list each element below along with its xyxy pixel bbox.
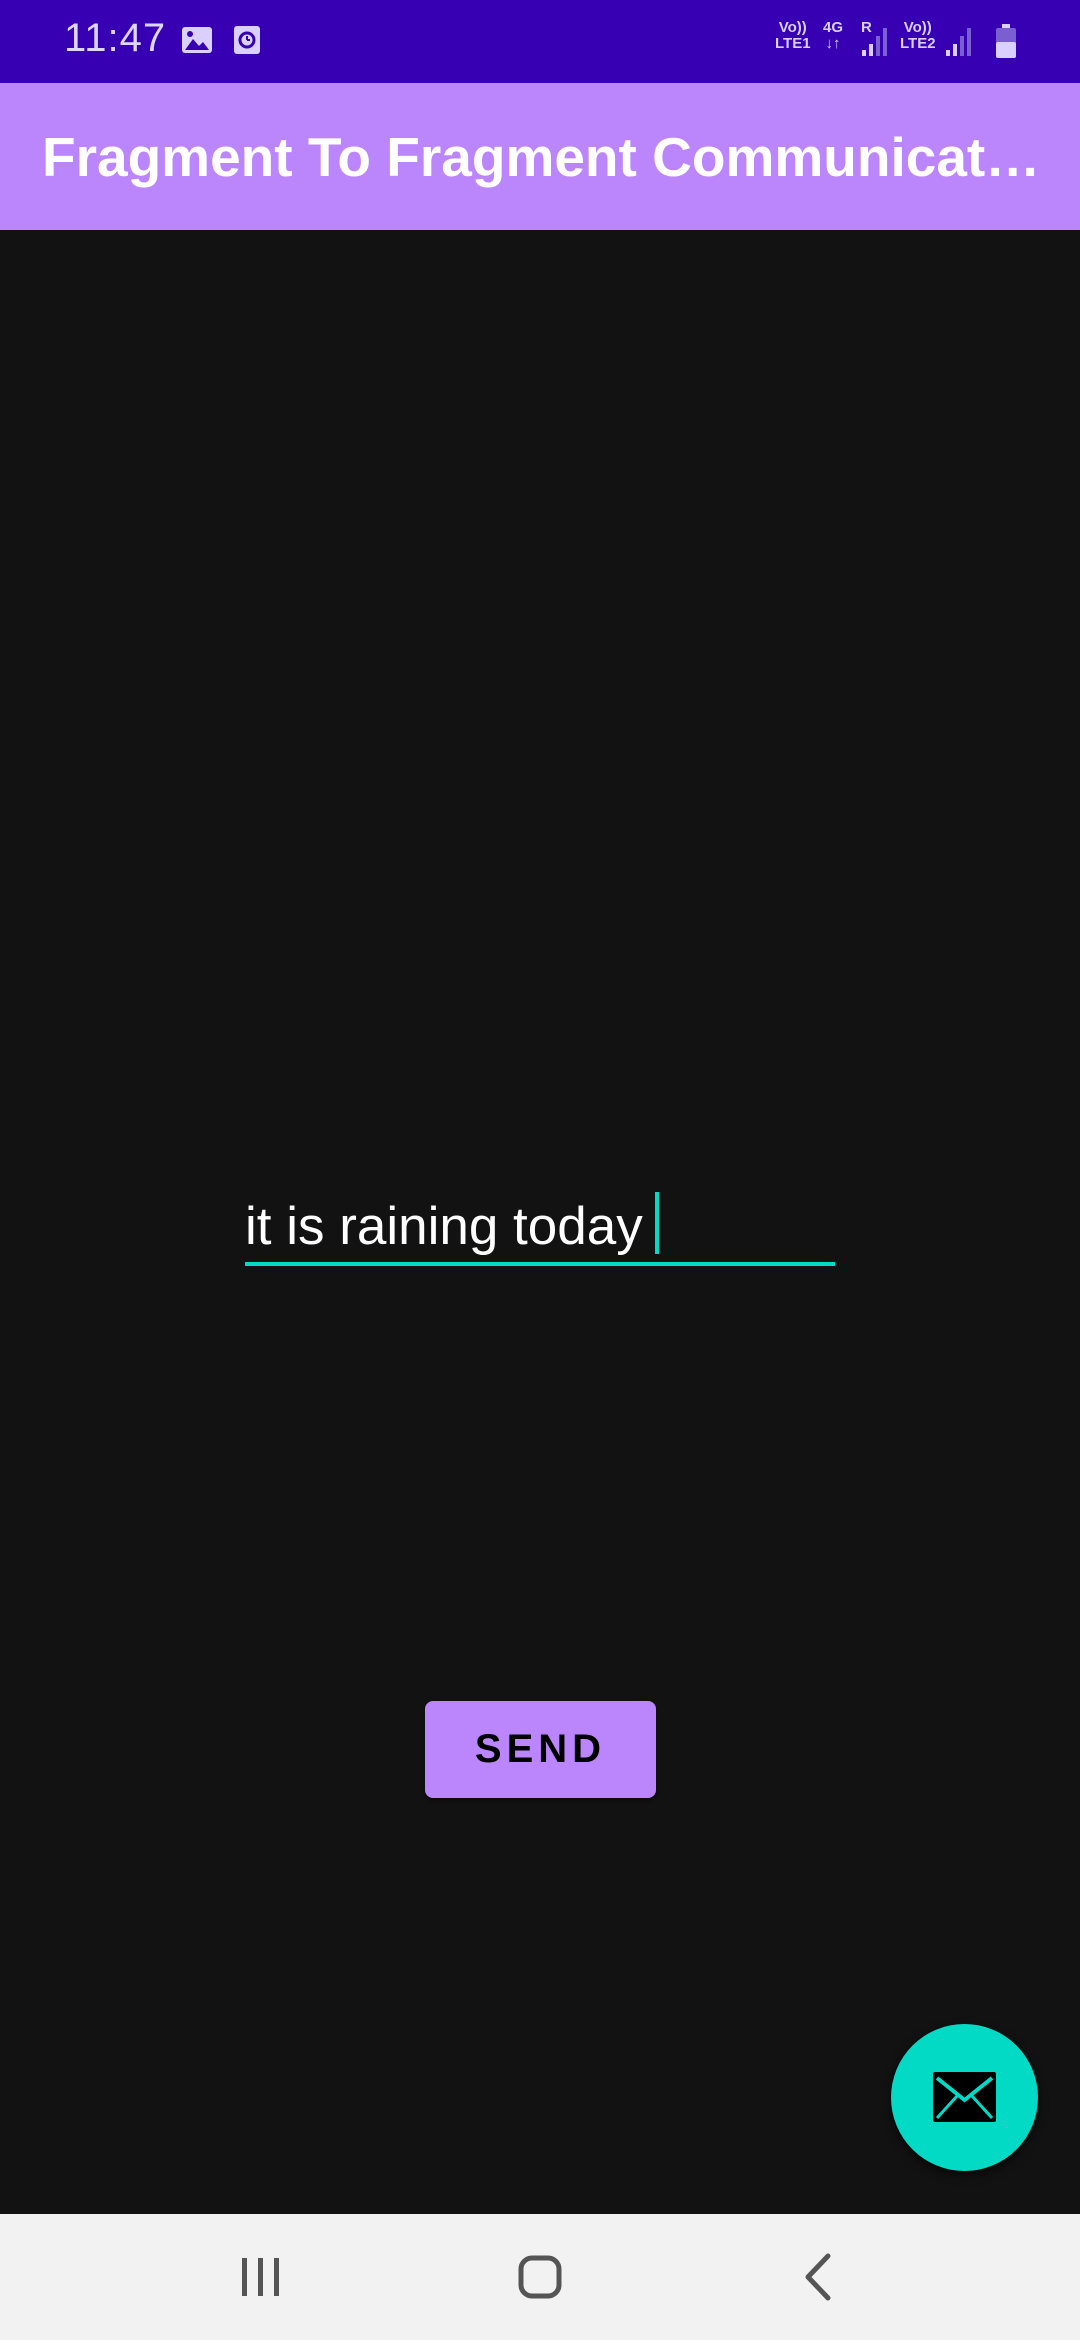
status-bar: 11:47 Vo)) LTE1 4G ↓↑ R Vo)) LTE2 [0,0,1080,83]
sim2-volte: Vo)) [903,19,932,36]
message-input-value: it is raining today [245,1197,643,1256]
message-input[interactable]: it is raining today [245,1180,835,1266]
mail-icon [933,2072,996,2122]
send-button[interactable]: SEND [425,1701,656,1798]
clock-icon [234,26,260,54]
recent-apps-icon[interactable] [228,2244,294,2310]
app-bar: Fragment To Fragment Communication [0,83,1080,230]
sim2-lte: LTE2 [900,35,936,52]
data-arrows-icon: ↓↑ [825,35,841,52]
text-cursor [654,1192,659,1254]
sim1-lte: LTE1 [775,35,811,52]
sim1-label: Vo)) LTE1 [775,20,811,52]
network-type-label: 4G ↓↑ [823,20,843,52]
back-icon[interactable] [788,2244,854,2310]
message-input-text[interactable]: it is raining today [245,1192,659,1257]
fab-mail-button[interactable] [891,2024,1038,2171]
sim1-volte: Vo)) [778,19,807,36]
home-icon[interactable] [507,2244,573,2310]
message-input-underline [245,1262,835,1266]
app-screen: 11:47 Vo)) LTE1 4G ↓↑ R Vo)) LTE2 Fragme… [0,0,1080,2340]
navigation-bar [0,2214,1080,2340]
sim2-label: Vo)) LTE2 [900,20,936,52]
app-title: Fragment To Fragment Communication [42,126,1052,188]
image-icon [182,27,212,53]
network-type: 4G [823,19,844,36]
status-time: 11:47 [64,16,167,60]
signal-sim2-icon [946,28,971,56]
signal-sim1-icon [862,28,887,56]
battery-icon [996,24,1016,58]
